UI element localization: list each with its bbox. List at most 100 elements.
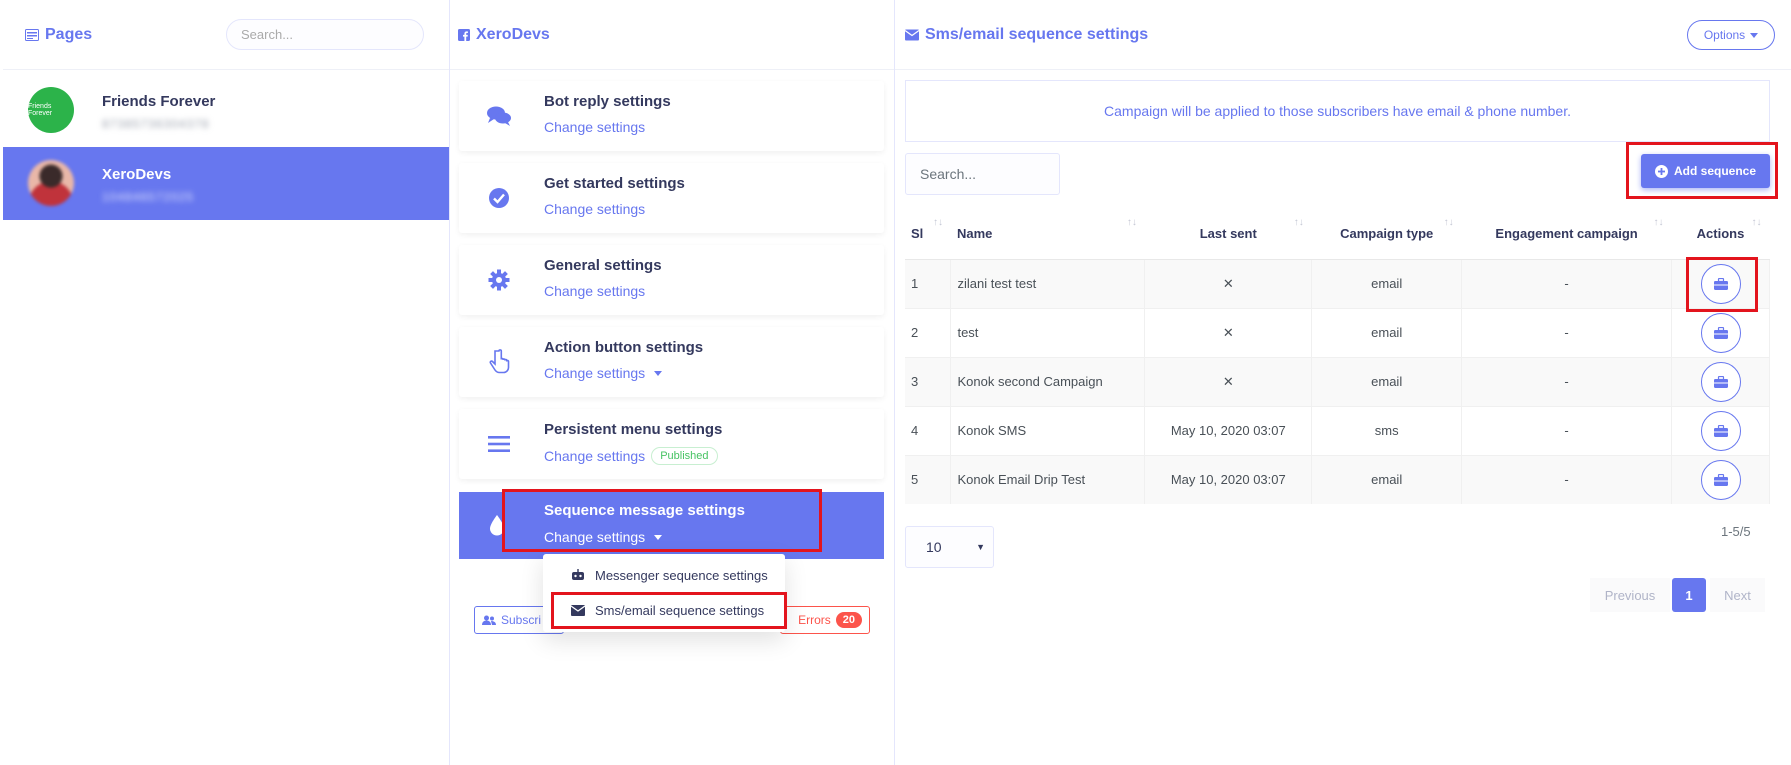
check-circle-icon [486,185,512,211]
envelope-icon [905,29,919,41]
sequence-search-input[interactable] [905,153,1060,195]
cell-last-sent: May 10, 2020 03:07 [1144,405,1313,455]
sort-icon: ↑↓ [1653,217,1664,228]
cell-last-sent: ✕ [1144,356,1313,406]
cell-actions [1671,356,1770,406]
cell-actions [1671,405,1770,455]
campaign-notice: Campaign will be applied to those subscr… [905,80,1770,142]
card-sequence-message: Sequence message settings Change setting… [459,492,884,559]
cell-name: Konok second Campaign [950,356,1146,406]
actions-button[interactable] [1700,410,1741,451]
cell-name: Konok Email Drip Test [950,454,1146,504]
robot-icon [572,569,584,580]
column-label: Engagement campaign [1495,226,1638,242]
list-alt-icon [25,29,39,41]
caret-down-icon [1750,32,1759,38]
drop-icon [484,512,510,538]
cell-actions [1671,258,1770,308]
sort-icon: ↑↓ [932,217,943,228]
errors-button[interactable]: Errors 20 [780,606,870,634]
column-header-actions[interactable]: Actions ↑↓ [1671,209,1770,260]
cell-engagement: - [1461,454,1673,504]
change-settings-dropdown-toggle[interactable]: Change settings [544,529,663,545]
cell-type: email [1311,258,1463,308]
table-header-row: Sl ↑↓ Name ↑↓ Last sent ↑↓ Campaign type ↑↓ … [905,209,1770,260]
pagination-next[interactable]: Next [1710,578,1765,612]
errors-label: Errors [798,613,831,627]
card-title: General settings [544,257,662,274]
bars-icon [486,431,512,457]
sort-icon: ↑↓ [1293,217,1304,228]
card-action-button: Action button settings Change settings [459,327,884,397]
caret-down-icon [654,534,663,540]
facebook-square-icon [458,29,470,41]
pagination-previous[interactable]: Previous [1590,578,1670,612]
change-settings-link[interactable]: Change settings [544,365,663,381]
column-label: Campaign type [1340,226,1434,242]
cell-engagement: - [1461,356,1673,406]
briefcase-icon [1713,326,1728,339]
dropdown-item-label: Messenger sequence settings [595,567,768,583]
pagination-page-1[interactable]: 1 [1672,578,1706,612]
cell-sl: 5 [905,454,952,504]
card-general: General settings Change settings [459,245,884,315]
card-title: Persistent menu settings [544,421,723,438]
cell-type: email [1311,356,1463,406]
change-settings-link[interactable]: Change settings [544,201,645,217]
change-settings-link[interactable]: Change settings [544,119,645,135]
table-row: 1 zilani test test ✕ email - [905,258,1770,308]
cell-last-sent: ✕ [1144,307,1313,357]
page-name: Friends Forever [102,93,216,110]
dropdown-item-sms-email-sequence[interactable]: Sms/email sequence settings [543,594,785,626]
cell-engagement: - [1461,405,1673,455]
cell-last-sent: ✕ [1144,258,1313,308]
actions-button[interactable] [1700,459,1741,500]
cell-actions [1671,454,1770,504]
change-settings-link[interactable]: Change settings [544,283,645,299]
column-header-name[interactable]: Name ↑↓ [950,209,1145,260]
column-header-engagement[interactable]: Engagement campaign ↑↓ [1461,209,1672,260]
column-label: Actions [1696,226,1745,242]
add-sequence-button[interactable]: Add sequence [1641,154,1770,188]
avatar: Friends Forever [28,87,74,133]
column-label: Last sent [1199,226,1257,242]
column-header-campaign-type[interactable]: Campaign type ↑↓ [1311,209,1462,260]
link-text: Change settings [544,529,646,545]
settings-panel: XeroDevs Bot reply settings Change setti… [450,0,895,765]
actions-button[interactable] [1700,361,1741,402]
options-label: Options [1703,28,1746,42]
sort-icon: ↑↓ [1751,217,1762,228]
dropdown-item-messenger-sequence[interactable]: Messenger sequence settings [543,559,785,591]
column-header-last-sent[interactable]: Last sent ↑↓ [1144,209,1312,260]
page-length-select[interactable]: 10 ▼ [905,526,994,568]
page-id: 87385736304378 [102,117,210,131]
page-name: XeroDevs [102,166,172,183]
card-title: Bot reply settings [544,93,671,110]
table-row: 5 Konok Email Drip Test May 10, 2020 03:… [905,454,1770,504]
avatar [28,160,74,206]
cell-last-sent: May 10, 2020 03:07 [1144,454,1313,504]
cell-name: test [950,307,1146,357]
card-get-started: Get started settings Change settings [459,163,884,233]
caret-down-icon [654,370,663,376]
users-icon [482,615,496,625]
cell-sl: 3 [905,356,952,406]
sequence-table: Sl ↑↓ Name ↑↓ Last sent ↑↓ Campaign type ↑↓ … [905,209,1770,504]
page-length-value: 10 [926,539,942,555]
change-settings-link[interactable]: Change settings Published [544,447,718,465]
page-item-friends-forever[interactable]: Friends Forever Friends Forever 87385736… [3,74,449,147]
link-text: Change settings [544,201,646,217]
column-label: Sl [911,226,924,242]
actions-button[interactable] [1700,312,1741,353]
envelope-icon [571,604,585,616]
add-sequence-label: Add sequence [1673,164,1757,178]
actions-button[interactable] [1700,263,1741,304]
pages-panel-header: Pages [3,0,449,70]
column-header-sl[interactable]: Sl ↑↓ [905,209,951,260]
briefcase-icon [1713,424,1728,437]
pages-search-input[interactable] [226,19,424,50]
page-item-xerodevs[interactable]: XeroDevs 104846572025 [3,147,449,220]
page-id: 104846572025 [102,190,195,204]
sort-icon: ↑↓ [1443,217,1454,228]
options-button[interactable]: Options [1687,20,1775,50]
